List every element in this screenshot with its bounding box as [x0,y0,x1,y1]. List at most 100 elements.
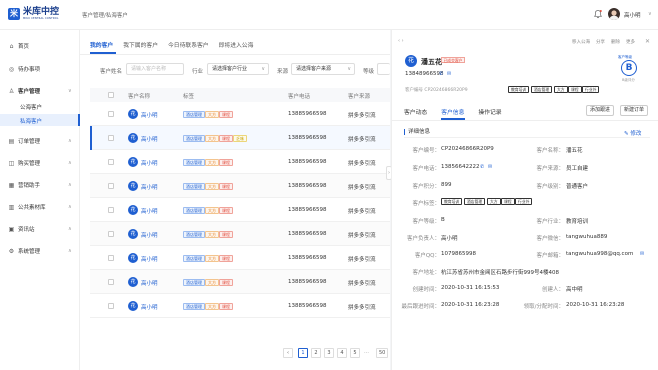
field-label: 客户级别： [536,184,564,190]
table-row[interactable]: 花 高小明 酒店管理 大方 课程 13885966598 拼多多引流 [90,270,390,294]
industry-select[interactable]: 请选择客户行业 ∨ [207,63,269,75]
row-checkbox[interactable] [108,183,114,189]
tab-customer-info[interactable]: 客户信息 [441,107,464,116]
customer-name-link[interactable]: 高小明 [141,279,158,287]
sidebar-item-materials[interactable]: ▥ 公共素材库 ∧ [0,201,80,213]
edit-button[interactable]: ✎ 修改 [624,129,641,137]
chevron-up-icon: ∧ [68,248,72,254]
share-button[interactable]: 分享 [596,39,605,45]
close-icon[interactable]: ✕ [645,38,650,45]
chevron-down-icon[interactable]: ∨ [648,11,652,17]
user-avatar[interactable] [608,8,620,20]
field-label: 客户地址： [412,270,440,276]
message-icon[interactable]: ✉ [447,71,451,77]
tab-customer-activity[interactable]: 客户动态 [404,107,427,116]
tab-subordinate-customers[interactable]: 我下属的客户 [123,40,158,49]
phone-icon[interactable]: ✆ [439,71,443,77]
field-value: 13856642222 [441,164,480,170]
customer-name-link[interactable]: 高小明 [141,111,158,119]
row-checkbox[interactable] [108,135,114,141]
table-row[interactable]: 花 高小明 酒店管理 大方 课程 13885966598 拼多多引流 [90,150,390,174]
sidebar-subitem-public[interactable]: 公海客户 [20,103,42,111]
username[interactable]: 高小明 [624,11,641,19]
message-icon[interactable]: ✉ [640,251,644,257]
phone-icon[interactable]: ✆ [480,164,484,170]
customer-name-link[interactable]: 高小明 [141,135,158,143]
sidebar-item-customers[interactable]: ♙ 客户管理 ∨ [0,85,80,97]
pagination-page[interactable]: 5 [350,348,360,358]
table-row[interactable]: 花 高小明 酒店管理 大方 课程 13885966598 拼多多引流 [90,222,390,246]
field-value: 潘五花 [566,148,583,154]
bell-icon[interactable] [593,9,603,19]
sidebar-item-label: 待办事项 [18,67,41,73]
marketing-icon: ▦ [8,181,15,189]
customer-name-link[interactable]: 高小明 [141,159,158,167]
tab-today-contact[interactable]: 今日待联系客户 [168,40,209,49]
tag: 课程 [219,159,233,166]
col-phone: 客户电话 [288,94,311,100]
table-row[interactable]: 花 高小明 酒店管理 大方 课程 13885966598 拼多多引流 [90,246,390,270]
table-row[interactable]: 花 高小明 酒店管理 大方 课程 乏味 13885966598 拼多多引流 [90,126,390,150]
table-row[interactable]: 花 高小明 酒店管理 大方 课程 13885966598 拼多多引流 [90,102,390,126]
sidebar-subitem-private[interactable]: 私海客户 [20,117,42,125]
move-to-public-button[interactable]: 移入公海 [572,39,590,45]
sidebar-item-marketing[interactable]: ▦ 营销助手 ∧ [0,179,80,191]
row-checkbox[interactable] [108,159,114,165]
sidebar-item-orders[interactable]: ▤ 订单管理 ∧ [0,135,80,147]
field-value: 2020-10-31 16:15:53 [441,285,500,291]
detail-nav-arrows[interactable]: ‹ › [398,38,404,44]
pagination-page[interactable]: 4 [337,348,347,358]
sidebar-item-system[interactable]: ⚙ 系统管理 ∧ [0,245,80,257]
pagination-last[interactable]: 50 [376,348,389,358]
customer-name-link[interactable]: 高小明 [141,303,158,311]
table-row[interactable]: 花 高小明 酒店管理 大方 课程 13885966598 拼多多引流 [90,198,390,222]
pagination-page[interactable]: 3 [324,348,334,358]
message-icon[interactable]: ✉ [488,164,492,170]
logo-name: 米库中控 [23,7,60,17]
industry-select-value: 请选择客户行业 [212,66,248,72]
add-followup-button[interactable]: 添加跟进 [586,105,615,116]
sidebar-item-label: 购买管理 [18,161,41,167]
tag: 酒店管理 [183,303,205,310]
row-checkbox[interactable] [108,231,114,237]
row-checkbox[interactable] [108,303,114,309]
new-order-button[interactable]: 新建订单 [620,105,649,116]
pagination-page[interactable]: 1 [298,348,308,358]
row-checkbox[interactable] [108,279,114,285]
pagination-prev[interactable]: ‹ [283,348,293,358]
sidebar-item-news[interactable]: ▣ 资讯站 ∧ [0,223,80,235]
more-button[interactable]: 更多 [626,39,635,45]
row-checkbox[interactable] [108,111,114,117]
table-row[interactable]: 花 高小明 酒店管理 大方 课程 13885966598 拼多多引流 [90,294,390,318]
logo[interactable]: 米 米库中控 MIKU CENTRAL CONTROL [8,8,59,20]
customer-name-link[interactable]: 高小明 [141,255,158,263]
select-all-checkbox[interactable] [108,92,114,98]
sidebar-item-purchase[interactable]: ◫ 购买管理 ∧ [0,157,80,169]
customer-name-input[interactable]: 请输入客户名称 [126,63,184,75]
tab-operation-log[interactable]: 操作记录 [478,107,501,116]
row-checkbox[interactable] [108,255,114,261]
customer-source: 拼多多引流 [348,257,376,263]
sidebar-item-todo[interactable]: ◎ 待办事项 [0,63,80,75]
table-row[interactable]: 花 高小明 酒店管理 大方 课程 13885966598 拼多多引流 [90,174,390,198]
customer-name-link[interactable]: 高小明 [141,207,158,215]
customer-detail-panel: ‹ › 移入公海 分享 删除 更多 ✕ 花 潘五花 已成交客户 13848966… [391,30,658,370]
level-select[interactable] [377,63,390,75]
tag: 课程 [219,279,233,286]
pagination-page[interactable]: 2 [311,348,321,358]
tab-my-customers[interactable]: 我的客户 [90,40,113,49]
row-checkbox[interactable] [108,207,114,213]
todo-icon: ◎ [8,65,15,73]
avatar: 花 [128,253,138,263]
tag: 课程 [219,303,233,310]
sidebar-item-home[interactable]: ⌂ 首页 [0,40,80,52]
field-label: 客户等级： [412,219,440,225]
customer-name-link[interactable]: 高小明 [141,183,158,191]
customer-phone: 13885966598 [288,159,327,165]
table-header: 客户名称 标签 客户电话 客户来源 [90,88,390,102]
delete-button[interactable]: 删除 [611,39,620,45]
source-select[interactable]: 请选择客户来源 ∨ [291,63,355,75]
customer-name-link[interactable]: 高小明 [141,231,158,239]
tab-entering-public[interactable]: 即将进入公海 [219,40,254,49]
chevron-up-icon: ∧ [68,138,72,144]
